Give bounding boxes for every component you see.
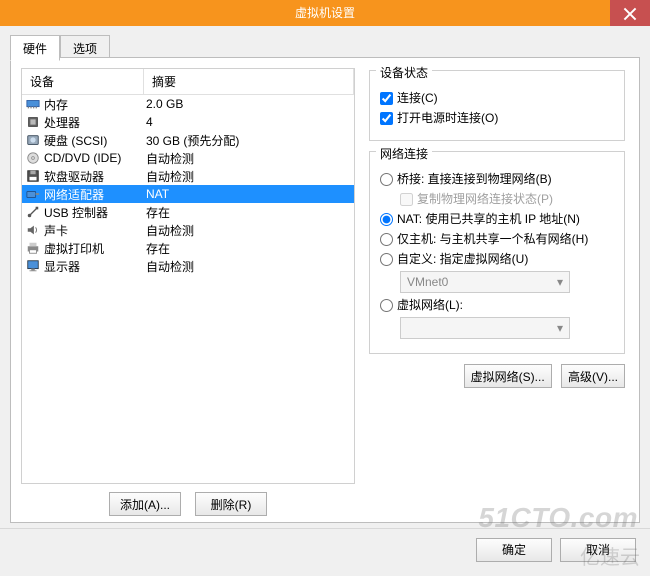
- chk-replicate-input: [400, 193, 413, 206]
- device-row-memory[interactable]: 内存2.0 GB: [22, 95, 354, 113]
- device-name: 声卡: [42, 222, 142, 239]
- hdd-icon: [24, 132, 42, 148]
- radio-bridged-input[interactable]: [380, 173, 393, 186]
- device-summary: 4: [142, 115, 352, 129]
- legend-network: 网络连接: [376, 145, 432, 162]
- cpu-icon: [24, 114, 42, 130]
- device-row-hdd[interactable]: 硬盘 (SCSI)30 GB (预先分配): [22, 131, 354, 149]
- usb-icon: [24, 204, 42, 220]
- chk-connected[interactable]: 连接(C): [380, 90, 614, 106]
- add-button[interactable]: 添加(A)...: [109, 492, 181, 516]
- device-name: 处理器: [42, 114, 142, 131]
- col-device[interactable]: 设备: [22, 69, 144, 94]
- vnet-button[interactable]: 虚拟网络(S)...: [464, 364, 552, 388]
- dialog-title: 虚拟机设置: [295, 6, 355, 20]
- radio-nat-input[interactable]: [380, 213, 393, 226]
- device-row-cddvd[interactable]: CD/DVD (IDE)自动检测: [22, 149, 354, 167]
- close-icon: [623, 7, 637, 21]
- legend-status: 设备状态: [376, 64, 432, 81]
- advanced-button[interactable]: 高级(V)...: [561, 364, 625, 388]
- settings-panel: 设备状态 连接(C) 打开电源时连接(O) 网络连接 桥接: 直接连接到物理网络…: [369, 68, 629, 516]
- cancel-button[interactable]: 取消: [560, 538, 636, 562]
- device-row-sound[interactable]: 声卡自动检测: [22, 221, 354, 239]
- radio-vnetwork[interactable]: 虚拟网络(L):: [380, 297, 614, 313]
- close-button[interactable]: [610, 0, 650, 26]
- fieldset-network: 网络连接 桥接: 直接连接到物理网络(B) 复制物理网络连接状态(P) NAT:…: [369, 151, 625, 354]
- floppy-icon: [24, 168, 42, 184]
- device-name: USB 控制器: [42, 204, 142, 221]
- col-summary[interactable]: 摘要: [144, 69, 354, 94]
- tab-hardware[interactable]: 硬件: [10, 35, 60, 61]
- device-buttons: 添加(A)... 删除(R): [21, 484, 355, 516]
- combo-custom-vmnet: VMnet0▾: [400, 271, 570, 293]
- radio-bridged[interactable]: 桥接: 直接连接到物理网络(B): [380, 171, 614, 187]
- device-summary: NAT: [142, 187, 352, 201]
- chk-connect-at-poweron[interactable]: 打开电源时连接(O): [380, 110, 614, 126]
- dialog-footer: 确定 取消: [0, 528, 650, 570]
- device-name: CD/DVD (IDE): [42, 151, 142, 165]
- device-summary: 自动检测: [142, 258, 352, 275]
- device-summary: 30 GB (预先分配): [142, 132, 352, 149]
- device-summary: 存在: [142, 204, 352, 221]
- device-row-usb[interactable]: USB 控制器存在: [22, 203, 354, 221]
- chk-connect-at-poweron-input[interactable]: [380, 112, 393, 125]
- combo-vnetwork: ▾: [400, 317, 570, 339]
- ok-button[interactable]: 确定: [476, 538, 552, 562]
- device-summary: 自动检测: [142, 150, 352, 167]
- net-icon: [24, 186, 42, 202]
- fieldset-status: 设备状态 连接(C) 打开电源时连接(O): [369, 70, 625, 141]
- list-rows: 内存2.0 GB处理器4硬盘 (SCSI)30 GB (预先分配)CD/DVD …: [22, 95, 354, 275]
- device-name: 软盘驱动器: [42, 168, 142, 185]
- device-name: 硬盘 (SCSI): [42, 132, 142, 149]
- sound-icon: [24, 222, 42, 238]
- titlebar: 虚拟机设置: [0, 0, 650, 26]
- radio-hostonly-input[interactable]: [380, 233, 393, 246]
- device-summary: 自动检测: [142, 168, 352, 185]
- device-summary: 2.0 GB: [142, 97, 352, 111]
- device-name: 显示器: [42, 258, 142, 275]
- network-buttons: 虚拟网络(S)... 高级(V)...: [369, 364, 625, 388]
- chk-connected-input[interactable]: [380, 92, 393, 105]
- cd-icon: [24, 150, 42, 166]
- tab-strip: 硬件选项: [10, 34, 640, 57]
- device-list[interactable]: 设备 摘要 内存2.0 GB处理器4硬盘 (SCSI)30 GB (预先分配)C…: [21, 68, 355, 484]
- device-row-display[interactable]: 显示器自动检测: [22, 257, 354, 275]
- device-name: 内存: [42, 96, 142, 113]
- radio-custom-input[interactable]: [380, 253, 393, 266]
- device-row-vprinter[interactable]: 虚拟打印机存在: [22, 239, 354, 257]
- radio-nat[interactable]: NAT: 使用已共享的主机 IP 地址(N): [380, 211, 614, 227]
- device-panel: 设备 摘要 内存2.0 GB处理器4硬盘 (SCSI)30 GB (预先分配)C…: [21, 68, 355, 516]
- device-row-cpu[interactable]: 处理器4: [22, 113, 354, 131]
- radio-hostonly[interactable]: 仅主机: 与主机共享一个私有网络(H): [380, 231, 614, 247]
- list-header: 设备 摘要: [22, 69, 354, 95]
- chevron-down-icon: ▾: [557, 321, 563, 335]
- radio-custom[interactable]: 自定义: 指定虚拟网络(U): [380, 251, 614, 267]
- display-icon: [24, 258, 42, 274]
- chevron-down-icon: ▾: [557, 275, 563, 289]
- tab-panel-hardware: 设备 摘要 内存2.0 GB处理器4硬盘 (SCSI)30 GB (预先分配)C…: [10, 57, 640, 523]
- device-name: 虚拟打印机: [42, 240, 142, 257]
- chk-replicate: 复制物理网络连接状态(P): [400, 191, 614, 207]
- device-name: 网络适配器: [42, 186, 142, 203]
- device-summary: 自动检测: [142, 222, 352, 239]
- remove-button[interactable]: 删除(R): [195, 492, 267, 516]
- device-row-netadapter[interactable]: 网络适配器NAT: [22, 185, 354, 203]
- device-summary: 存在: [142, 240, 352, 257]
- dialog-body: 硬件选项 设备 摘要 内存2.0 GB处理器4硬盘 (SCSI)30 GB (预…: [0, 26, 650, 528]
- printer-icon: [24, 240, 42, 256]
- device-row-floppy[interactable]: 软盘驱动器自动检测: [22, 167, 354, 185]
- radio-vnetwork-input[interactable]: [380, 299, 393, 312]
- memory-icon: [24, 96, 42, 112]
